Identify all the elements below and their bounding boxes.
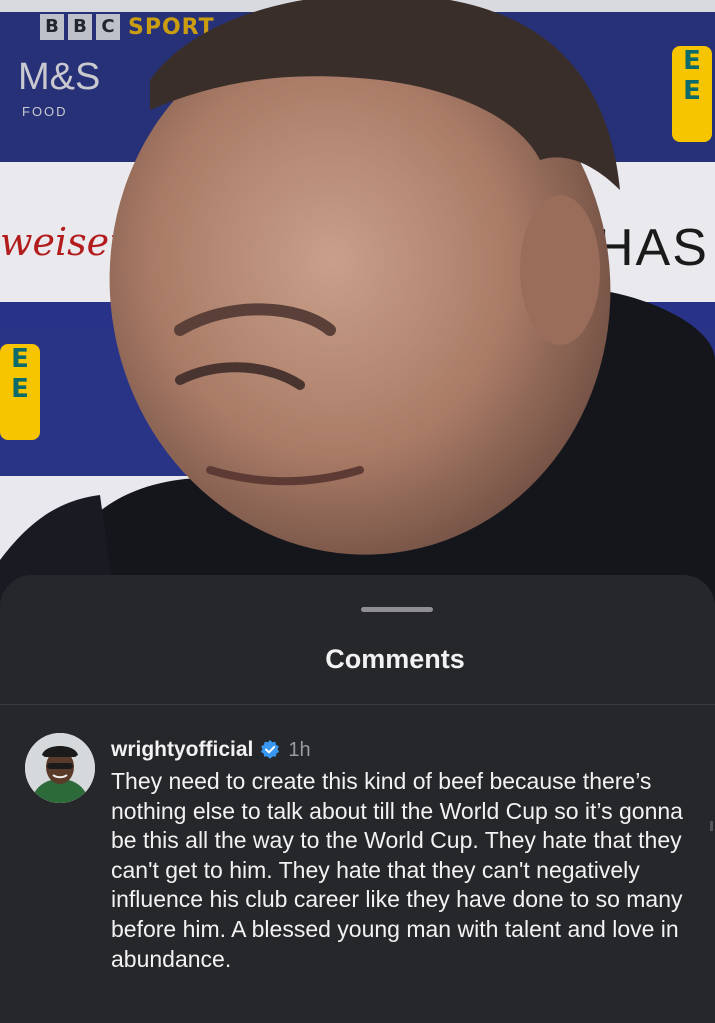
speaker-figure [0,0,715,640]
video-frame[interactable]: B B C SPORT M&S FOOD EE EE weiser HAS [0,0,715,640]
username-link[interactable]: wrightyofficial [111,738,253,762]
comment-text: They need to create this kind of beef be… [111,768,683,972]
sheet-title: Comments [325,644,465,674]
avatar-image [25,733,95,803]
verified-badge-icon [259,739,281,761]
comment-body: wrightyofficial 1h They need to create t… [111,733,701,974]
scroll-indicator [710,821,713,831]
comment-timestamp: 1h [288,738,311,761]
comments-sheet: Comments wrightyofficial 1h They need to… [0,575,715,1023]
sheet-divider [0,704,715,705]
avatar[interactable] [25,733,95,803]
drag-handle[interactable] [361,607,433,612]
comment-header: wrightyofficial 1h [111,733,701,767]
screen: B B C SPORT M&S FOOD EE EE weiser HAS Co… [0,0,715,1023]
